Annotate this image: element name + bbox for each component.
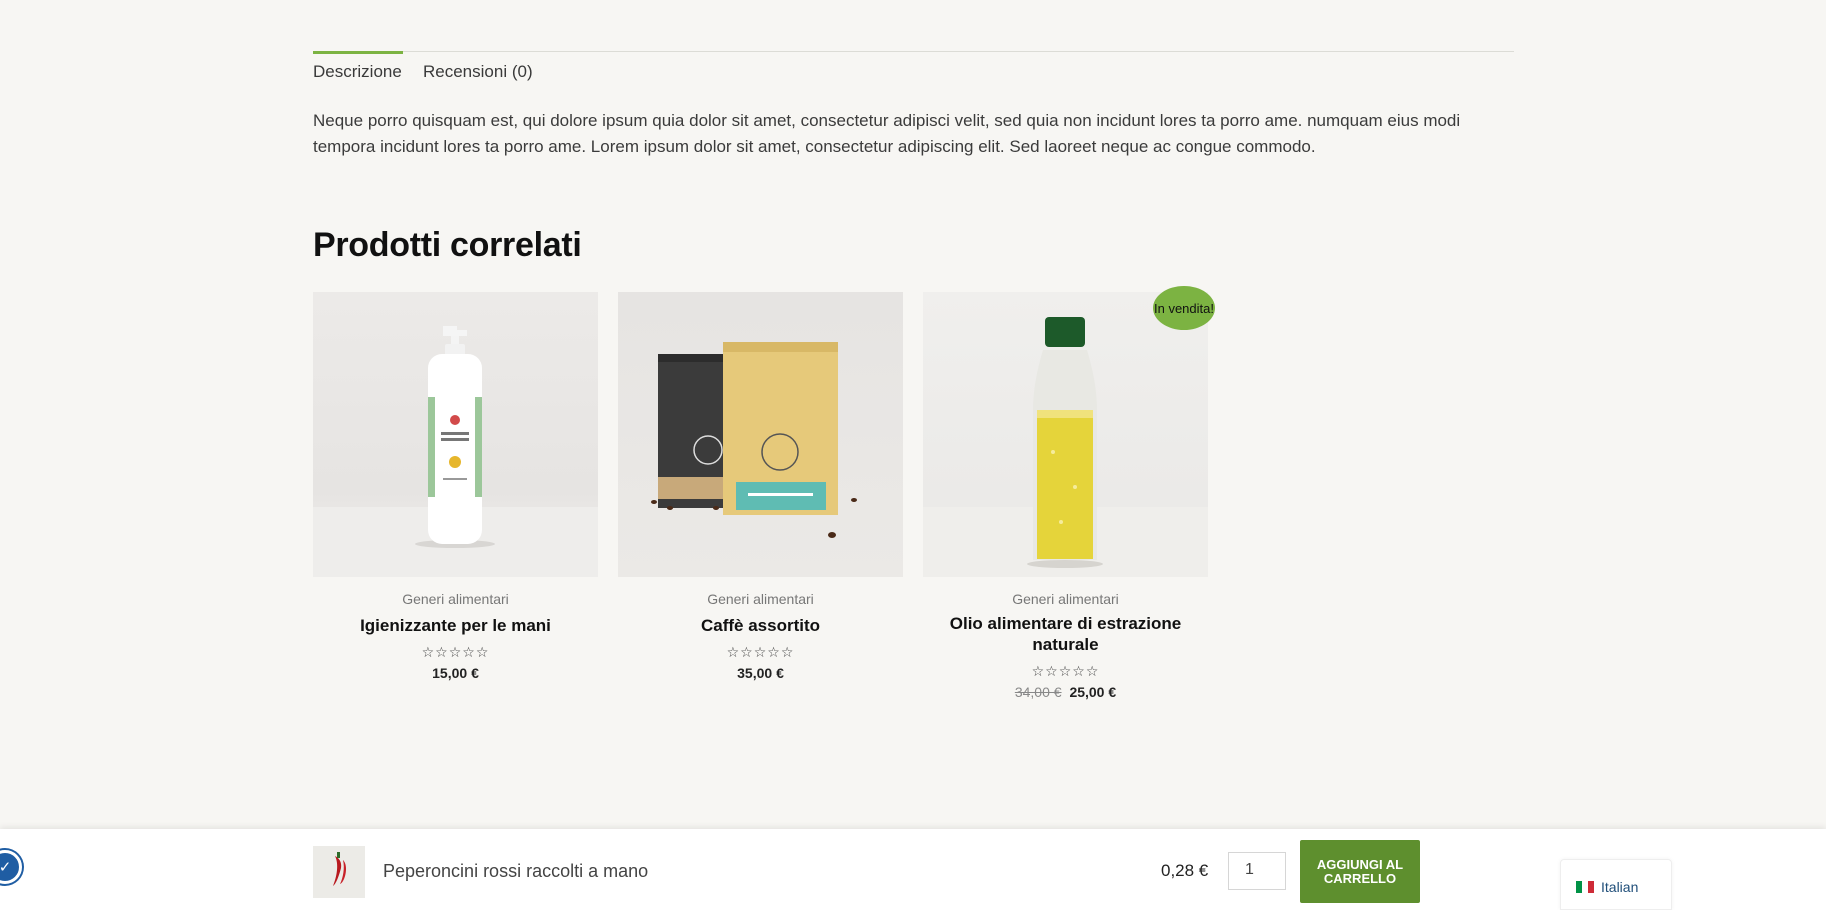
accessibility-icon[interactable]: ✓ (0, 850, 22, 884)
old-price: 34,00 € (1014, 684, 1062, 700)
product-price: 35,00 € (737, 665, 784, 681)
related-products-title: Prodotti correlati (313, 226, 582, 264)
sticky-add-to-cart-bar: ✓ Peperoncini rossi raccolti a mano 0,28… (0, 829, 1826, 910)
italy-flag-icon (1576, 881, 1594, 893)
product-category[interactable]: Generi alimentari (618, 591, 903, 607)
product-image-oil[interactable] (923, 292, 1208, 577)
tab-description[interactable]: Descrizione (313, 51, 403, 82)
sale-badge: In vendita! (1153, 286, 1215, 330)
add-to-cart-button[interactable]: AGGIUNGI AL CARRELLO (1300, 840, 1420, 903)
product-name[interactable]: Igienizzante per le mani (313, 615, 598, 636)
rating-stars: ☆☆☆☆☆ (421, 644, 490, 660)
quantity-input[interactable]: 1 (1228, 852, 1286, 890)
rating-stars: ☆☆☆☆☆ (726, 644, 795, 660)
product-description: Neque porro quisquam est, qui dolore ips… (313, 111, 1461, 156)
language-label: Italian (1601, 879, 1639, 895)
tab-reviews[interactable]: Recensioni (0) (423, 62, 533, 82)
product-price: 34,00 € 25,00 € (923, 684, 1208, 700)
rating-stars: ☆☆☆☆☆ (1031, 663, 1100, 679)
product-category[interactable]: Generi alimentari (313, 591, 598, 607)
product-price: 15,00 € (432, 665, 479, 681)
product-category[interactable]: Generi alimentari (923, 591, 1208, 607)
product-card[interactable]: Generi alimentari Igienizzante per le ma… (313, 292, 598, 681)
product-thumbnail (313, 846, 365, 898)
product-tabs: Descrizione Recensioni (0) (313, 51, 1514, 91)
product-image-hand-sanitizer[interactable] (313, 292, 598, 577)
product-card[interactable]: Generi alimentari Olio alimentare di est… (923, 292, 1208, 700)
product-card[interactable]: Generi alimentari Caffè assortito ☆☆☆☆☆ … (618, 292, 903, 681)
product-name[interactable]: Olio alimentare di estrazione naturale (923, 613, 1208, 655)
product-image-coffee[interactable] (618, 292, 903, 577)
sticky-product-price: 0,28 € (1161, 861, 1209, 880)
sticky-product-name: Peperoncini rossi raccolti a mano (383, 861, 649, 881)
language-switcher[interactable]: Italian (1560, 859, 1672, 910)
sale-price: 25,00 € (1069, 684, 1117, 700)
product-name[interactable]: Caffè assortito (618, 615, 903, 636)
